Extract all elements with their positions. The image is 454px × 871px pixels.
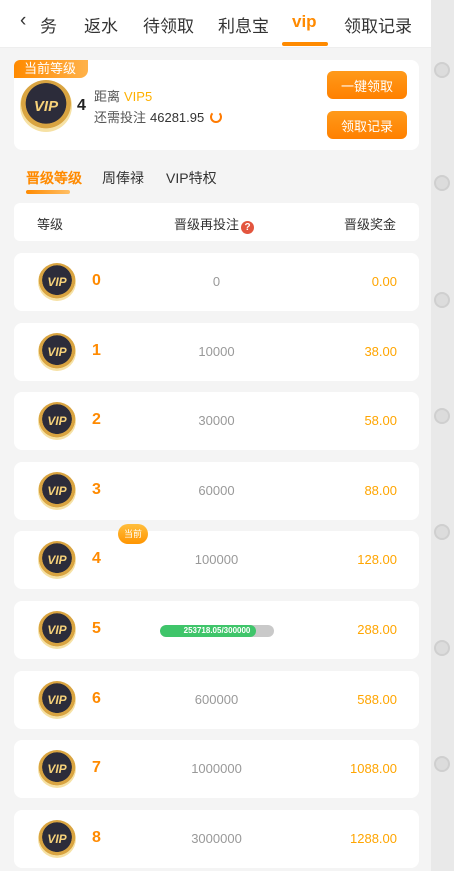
table-row: VIP 1 10000 38.00 bbox=[14, 323, 419, 381]
current-level-number: 4 bbox=[77, 97, 86, 114]
row-bonus: 128.00 bbox=[357, 552, 397, 567]
tab-pending[interactable]: 待领取 bbox=[143, 12, 194, 37]
header-requirement-label: 晋级再投注 bbox=[174, 217, 240, 232]
table-row: VIP 6 600000 588.00 bbox=[14, 671, 419, 729]
refresh-icon[interactable] bbox=[210, 111, 223, 123]
current-level-card: 当前等级 VIP 4 距离 VIP5 还需投注 46281.95 一键领取 领取记录 bbox=[14, 60, 419, 150]
help-icon[interactable]: ? bbox=[241, 221, 255, 234]
distance-line: 距离 VIP5 bbox=[94, 86, 152, 105]
row-bonus: 0.00 bbox=[371, 274, 397, 289]
tab-records[interactable]: 领取记录 bbox=[344, 12, 412, 37]
row-bonus: 1088.00 bbox=[350, 761, 397, 776]
row-requirement: 0 bbox=[212, 274, 221, 289]
table-row: VIP 8 3000000 1288.00 bbox=[14, 810, 419, 868]
row-requirement: 30000 bbox=[198, 413, 235, 428]
tab-rebate[interactable]: 返水 bbox=[84, 12, 118, 37]
claim-record-button[interactable]: 领取记录 bbox=[327, 111, 407, 139]
row-bonus: 88.00 bbox=[364, 483, 397, 498]
vip-badge-text: VIP bbox=[33, 97, 59, 115]
need-bet-label: 还需投注 bbox=[94, 110, 147, 125]
vip-badge-icon: VIP bbox=[38, 611, 76, 649]
subtab-vip-privilege[interactable]: VIP特权 bbox=[166, 168, 217, 188]
table-row: VIP 3 60000 88.00 bbox=[14, 462, 419, 520]
ball-icon bbox=[434, 756, 450, 772]
header-level: 等级 bbox=[37, 217, 64, 232]
row-bonus: 1288.00 bbox=[350, 831, 397, 846]
table-row: VIP 4 当前 100000 128.00 bbox=[14, 524, 419, 589]
row-bonus: 58.00 bbox=[364, 413, 397, 428]
ball-icon bbox=[434, 62, 450, 78]
tab-vip[interactable]: vip bbox=[292, 12, 317, 32]
distance-label: 距离 bbox=[94, 89, 121, 104]
header-bonus: 晋级奖金 bbox=[343, 217, 396, 232]
row-bonus: 288.00 bbox=[357, 622, 397, 637]
row-bonus: 38.00 bbox=[364, 344, 397, 359]
ball-icon bbox=[434, 640, 450, 656]
table-row: VIP 0 0 0.00 bbox=[14, 253, 419, 311]
subtab-promotion-level[interactable]: 晋级等级 bbox=[26, 168, 82, 188]
distance-target: VIP5 bbox=[124, 89, 153, 104]
current-level-tag: 当前等级 bbox=[14, 60, 89, 78]
row-bonus: 588.00 bbox=[357, 692, 397, 707]
ball-icon bbox=[434, 175, 450, 191]
back-chevron-icon[interactable]: ‹ bbox=[20, 10, 26, 32]
table-row: VIP 5 253718.05/300000 288.00 bbox=[14, 601, 419, 659]
tab-task[interactable]: 务 bbox=[40, 12, 57, 37]
top-tab-bar: ‹ 务 返水 待领取 利息宝 vip 领取记录 bbox=[0, 0, 431, 48]
vip-badge-icon: VIP bbox=[20, 80, 72, 132]
row-requirement: 10000 bbox=[198, 344, 235, 359]
ball-icon bbox=[434, 292, 450, 308]
row-level: 5 bbox=[92, 620, 101, 637]
row-requirement: 60000 bbox=[198, 483, 235, 498]
ball-icon bbox=[434, 524, 450, 540]
header-requirement: 晋级再投注? bbox=[174, 214, 255, 234]
current-level-badge: 当前 bbox=[118, 524, 149, 544]
subtab-active-underline bbox=[26, 190, 70, 194]
progress-bar: 253718.05/300000 bbox=[160, 625, 274, 637]
tab-active-underline bbox=[282, 42, 328, 46]
ball-icon bbox=[434, 408, 450, 424]
vip-badge-text: VIP bbox=[47, 623, 67, 637]
vip-page: ‹ 务 返水 待领取 利息宝 vip 领取记录 当前等级 VIP 4 距离 VIP… bbox=[0, 0, 431, 871]
claim-all-button[interactable]: 一键领取 bbox=[327, 71, 407, 99]
subtab-weekly-salary[interactable]: 周俸禄 bbox=[102, 168, 144, 188]
progress-text: 253718.05/300000 bbox=[183, 626, 251, 635]
need-bet-line: 还需投注 46281.95 bbox=[94, 107, 223, 126]
table-row: VIP 2 30000 58.00 bbox=[14, 392, 419, 450]
side-strip bbox=[431, 0, 454, 871]
need-bet-value: 46281.95 bbox=[150, 110, 205, 125]
tab-interest[interactable]: 利息宝 bbox=[218, 12, 269, 37]
table-header: 等级 晋级再投注? 晋级奖金 bbox=[14, 203, 419, 241]
table-row: VIP 7 1000000 1088.00 bbox=[14, 740, 419, 798]
